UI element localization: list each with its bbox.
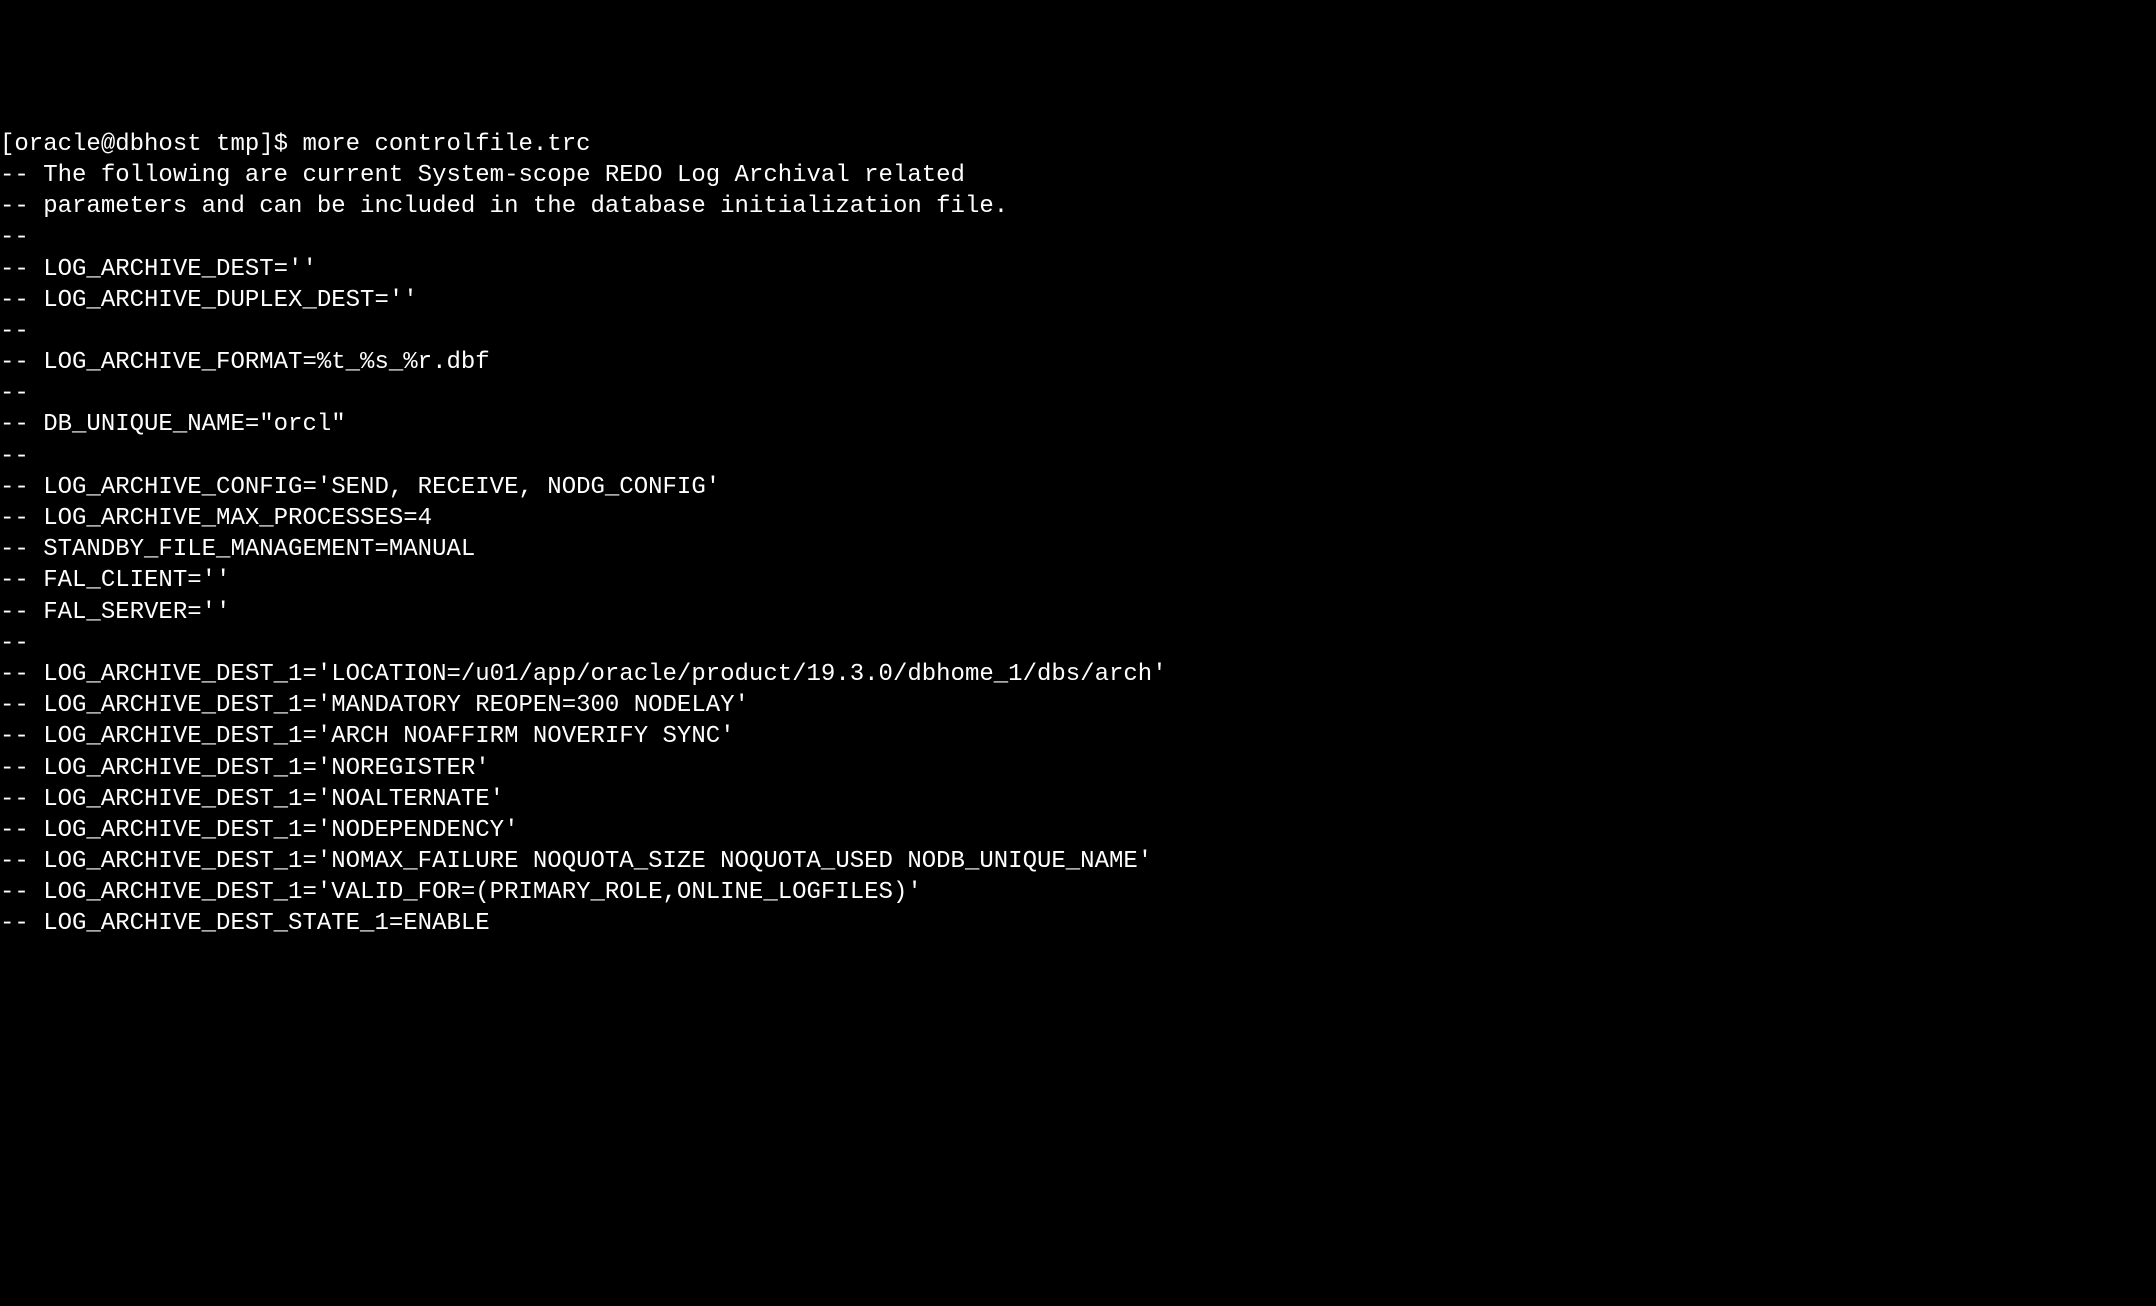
output-line: -- LOG_ARCHIVE_DEST_1='NOMAX_FAILURE NOQ… [0, 846, 2156, 877]
output-line: -- [0, 628, 2156, 659]
output-line: -- LOG_ARCHIVE_CONFIG='SEND, RECEIVE, NO… [0, 472, 2156, 503]
output-line: -- LOG_ARCHIVE_DEST='' [0, 254, 2156, 285]
terminal-output[interactable]: [oracle@dbhost tmp]$ more controlfile.tr… [0, 129, 2156, 940]
output-line: -- LOG_ARCHIVE_DEST_1='LOCATION=/u01/app… [0, 659, 2156, 690]
output-line: -- LOG_ARCHIVE_DEST_1='NODEPENDENCY' [0, 815, 2156, 846]
output-line: -- LOG_ARCHIVE_DEST_1='NOREGISTER' [0, 753, 2156, 784]
output-line: -- LOG_ARCHIVE_FORMAT=%t_%s_%r.dbf [0, 347, 2156, 378]
output-line: -- LOG_ARCHIVE_DUPLEX_DEST='' [0, 285, 2156, 316]
output-line: -- [0, 222, 2156, 253]
command-line: [oracle@dbhost tmp]$ more controlfile.tr… [0, 129, 2156, 160]
output-line: -- STANDBY_FILE_MANAGEMENT=MANUAL [0, 534, 2156, 565]
output-line: -- LOG_ARCHIVE_MAX_PROCESSES=4 [0, 503, 2156, 534]
output-line: -- [0, 316, 2156, 347]
output-line: -- LOG_ARCHIVE_DEST_1='VALID_FOR=(PRIMAR… [0, 877, 2156, 908]
output-line: -- The following are current System-scop… [0, 160, 2156, 191]
output-line: -- [0, 441, 2156, 472]
output-line: -- LOG_ARCHIVE_DEST_STATE_1=ENABLE [0, 908, 2156, 939]
output-line: -- LOG_ARCHIVE_DEST_1='MANDATORY REOPEN=… [0, 690, 2156, 721]
output-line: -- DB_UNIQUE_NAME="orcl" [0, 409, 2156, 440]
output-line: -- FAL_SERVER='' [0, 597, 2156, 628]
output-line: -- parameters and can be included in the… [0, 191, 2156, 222]
shell-prompt: [oracle@dbhost tmp]$ [0, 131, 302, 158]
output-line: -- LOG_ARCHIVE_DEST_1='ARCH NOAFFIRM NOV… [0, 721, 2156, 752]
output-line: -- LOG_ARCHIVE_DEST_1='NOALTERNATE' [0, 784, 2156, 815]
output-line: -- FAL_CLIENT='' [0, 565, 2156, 596]
shell-command: more controlfile.trc [302, 131, 590, 158]
output-line: -- [0, 378, 2156, 409]
